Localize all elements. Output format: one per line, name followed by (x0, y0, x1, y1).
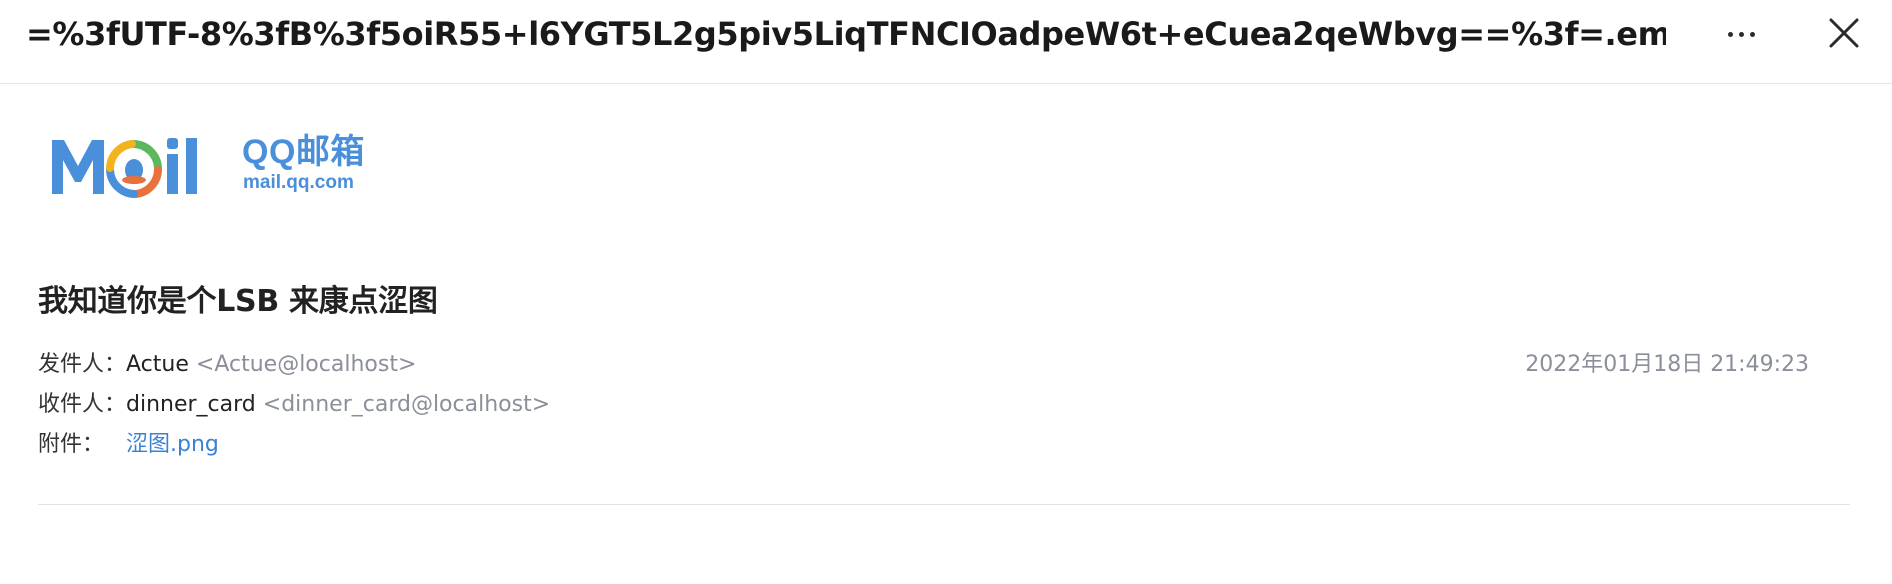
more-options-button[interactable] (1716, 14, 1766, 54)
sender-label: 发件人： (38, 352, 127, 377)
file-title: =%3fUTF-8%3fB%3f5oiR55+l6YGT5L2g5piv5Liq… (26, 15, 1666, 53)
logo-domain-text: mail.qq.com (243, 172, 354, 193)
attachment-row: 附件： 涩图.png (38, 430, 219, 460)
recipient-address: <dinner_card@localhost> (262, 392, 551, 417)
attachment-label: 附件： (38, 432, 105, 457)
email-viewer: =%3fUTF-8%3fB%3f5oiR55+l6YGT5L2g5piv5Liq… (0, 0, 1892, 584)
sender-row: 发件人：Actue <Actue@localhost> (38, 350, 416, 380)
email-subject: 我知道你是个LSB 来康点涩图 (38, 284, 438, 319)
title-bar: =%3fUTF-8%3fB%3f5oiR55+l6YGT5L2g5piv5Liq… (0, 0, 1892, 84)
mail-wordmark-logo (52, 138, 197, 198)
attachment-link[interactable]: 涩图.png (126, 432, 219, 457)
recipient-name[interactable]: dinner_card (126, 392, 256, 417)
close-icon (1829, 18, 1859, 48)
logo-brand-text: QQ邮箱 (242, 133, 365, 171)
sender-name[interactable]: Actue (126, 352, 189, 377)
recipient-label: 收件人： (38, 392, 127, 417)
more-horizontal-icon (1727, 31, 1755, 37)
recipient-row: 收件人：dinner_card <dinner_card@localhost> (38, 390, 550, 420)
email-date: 2022年01月18日 21:49:23 (1525, 352, 1809, 377)
qq-mail-logo: QQ邮箱 mail.qq.com (50, 132, 370, 200)
header-divider (38, 504, 1850, 505)
close-button[interactable] (1822, 14, 1866, 54)
sender-address: <Actue@localhost> (195, 352, 417, 377)
